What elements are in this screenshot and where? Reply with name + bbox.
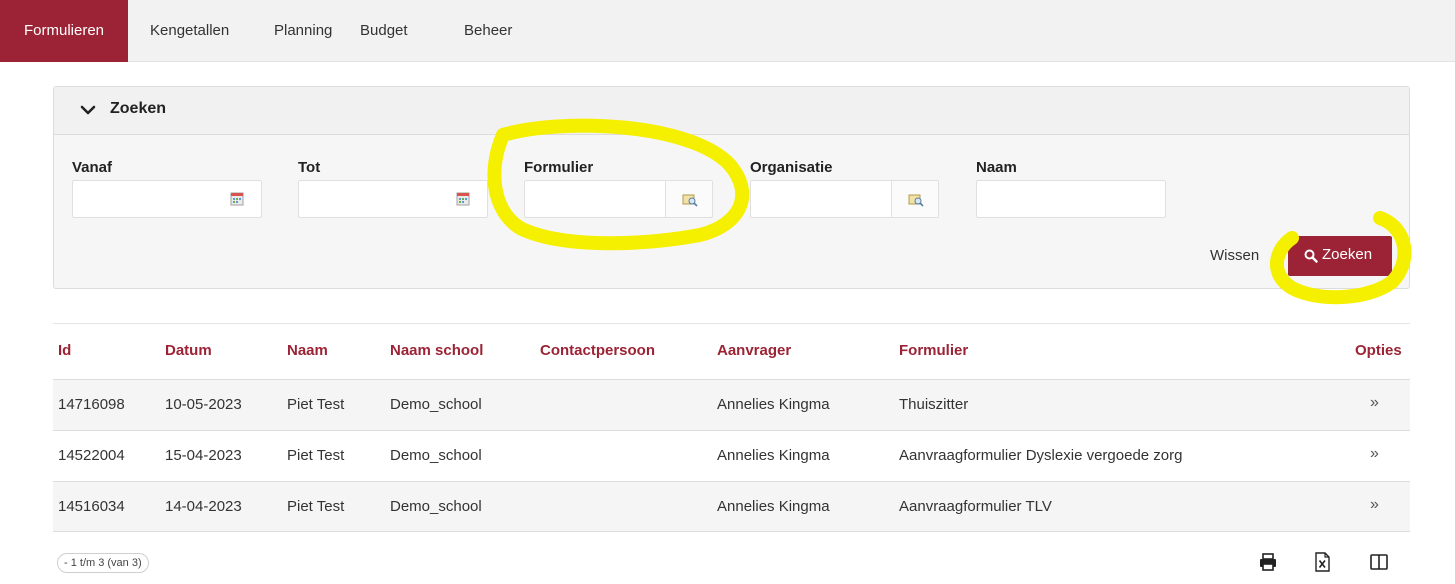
cell-naam-school: Demo_school (390, 498, 482, 515)
column-header-opties: Opties (1355, 342, 1402, 359)
column-header-contactpersoon[interactable]: Contactpersoon (540, 342, 655, 359)
cell-formulier: Thuiszitter (899, 396, 969, 413)
pager-badge: - 1 t/m 3 (van 3) (57, 553, 149, 573)
column-header-datum[interactable]: Datum (165, 342, 212, 359)
search-icon (1304, 249, 1318, 263)
tab-formulieren[interactable]: Formulieren (0, 0, 128, 62)
search-button[interactable]: Zoeken (1288, 236, 1392, 276)
column-header-formulier[interactable]: Formulier (899, 342, 968, 359)
search-panel: Zoeken Vanaf Tot Formulier Organisatie N… (53, 86, 1410, 289)
cell-naam: Piet Test (287, 498, 345, 515)
tab-kengetallen[interactable]: Kengetallen (135, 0, 244, 62)
naam-field[interactable] (976, 180, 1166, 218)
cell-naam-school: Demo_school (390, 396, 482, 413)
search-button-label: Zoeken (1322, 246, 1373, 263)
lookup-icon (908, 194, 924, 207)
cell-naam-school: Demo_school (390, 447, 482, 464)
vanaf-label: Vanaf (72, 159, 113, 176)
vanaf-field[interactable] (72, 180, 262, 218)
organisatie-input[interactable] (751, 181, 891, 217)
print-icon[interactable] (1257, 551, 1279, 573)
formulier-input[interactable] (525, 181, 665, 217)
tab-budget[interactable]: Budget (345, 0, 423, 62)
cell-id: 14522004 (58, 447, 125, 464)
organisatie-label: Organisatie (750, 159, 833, 176)
search-panel-title: Zoeken (110, 100, 167, 117)
tot-label: Tot (298, 159, 321, 176)
cell-datum: 15-04-2023 (165, 447, 242, 464)
excel-icon[interactable] (1311, 551, 1333, 573)
column-header-naam-school[interactable]: Naam school (390, 342, 483, 359)
naam-label: Naam (976, 159, 1017, 176)
column-header-naam[interactable]: Naam (287, 342, 328, 359)
row-options-button[interactable]: » (1370, 394, 1379, 412)
cell-datum: 14-04-2023 (165, 498, 242, 515)
organisatie-field[interactable] (750, 180, 892, 218)
table-row[interactable]: 14522004 15-04-2023 Piet Test Demo_schoo… (53, 430, 1410, 481)
naam-input[interactable] (977, 181, 1165, 217)
row-options-button[interactable]: » (1370, 496, 1379, 514)
columns-icon[interactable] (1368, 551, 1390, 573)
table-divider (53, 323, 1410, 324)
formulier-field[interactable] (524, 180, 666, 218)
cell-datum: 10-05-2023 (165, 396, 242, 413)
formulier-lookup-button[interactable] (665, 180, 713, 218)
tab-planning[interactable]: Planning (259, 0, 347, 62)
top-navigation: Formulieren Kengetallen Planning Budget … (0, 0, 1455, 62)
table-row[interactable]: 14716098 10-05-2023 Piet Test Demo_schoo… (53, 379, 1410, 430)
column-header-aanvrager[interactable]: Aanvrager (717, 342, 791, 359)
cell-naam: Piet Test (287, 396, 345, 413)
organisatie-lookup-button[interactable] (891, 180, 939, 218)
cell-formulier: Aanvraagformulier Dyslexie vergoede zorg (899, 447, 1183, 464)
cell-aanvrager: Annelies Kingma (717, 396, 830, 413)
clear-button[interactable]: Wissen (1210, 247, 1259, 264)
calendar-icon[interactable] (230, 192, 244, 206)
cell-id: 14716098 (58, 396, 125, 413)
cell-naam: Piet Test (287, 447, 345, 464)
calendar-icon[interactable] (456, 192, 470, 206)
cell-id: 14516034 (58, 498, 125, 515)
cell-aanvrager: Annelies Kingma (717, 498, 830, 515)
chevron-down-icon[interactable] (80, 102, 96, 118)
formulier-label: Formulier (524, 159, 594, 176)
row-options-button[interactable]: » (1370, 445, 1379, 463)
column-header-id[interactable]: Id (58, 342, 71, 359)
cell-formulier: Aanvraagformulier TLV (899, 498, 1052, 515)
tot-field[interactable] (298, 180, 488, 218)
cell-aanvrager: Annelies Kingma (717, 447, 830, 464)
tab-beheer[interactable]: Beheer (449, 0, 527, 62)
lookup-icon (682, 194, 698, 207)
table-row[interactable]: 14516034 14-04-2023 Piet Test Demo_schoo… (53, 481, 1410, 532)
search-panel-header[interactable]: Zoeken (54, 87, 1409, 135)
